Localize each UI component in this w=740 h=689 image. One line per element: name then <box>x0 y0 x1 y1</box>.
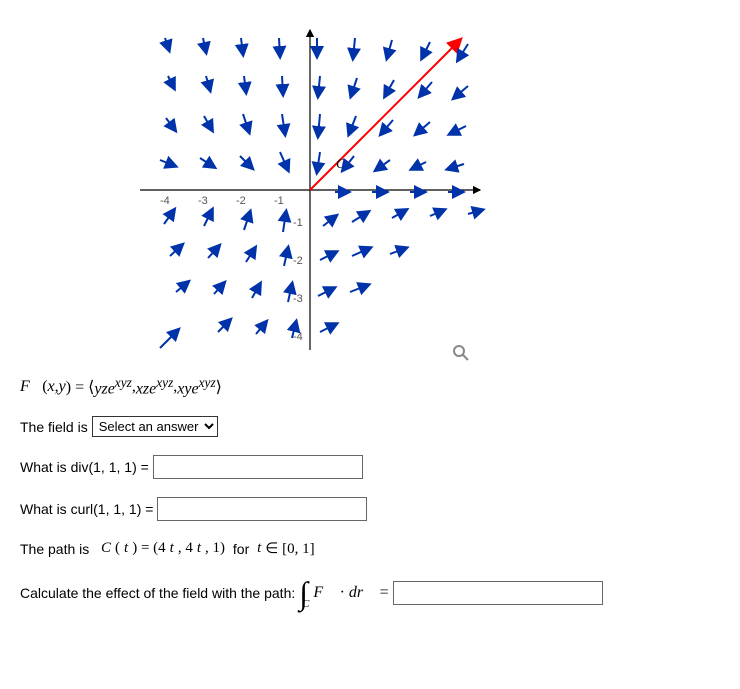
curl-input[interactable] <box>157 497 367 521</box>
line-integral-expr: ∫C F⃗ · dr⃗ = <box>299 576 388 610</box>
svg-text:-4: -4 <box>160 195 170 207</box>
magnify-icon[interactable] <box>452 344 470 365</box>
path-c <box>310 40 460 190</box>
svg-text:-1: -1 <box>274 195 284 207</box>
path-label: C <box>336 157 346 172</box>
svg-text:-3: -3 <box>198 195 208 207</box>
svg-text:-3: -3 <box>293 293 303 305</box>
effect-label: Calculate the effect of the field with t… <box>20 585 295 601</box>
svg-text:-4: -4 <box>293 331 303 343</box>
curl-label: What is curl(1, 1, 1) = <box>20 501 153 517</box>
field-type-select[interactable]: Select an answer <box>92 416 218 437</box>
svg-text:-2: -2 <box>293 255 303 267</box>
field-is-label: The field is <box>20 419 88 435</box>
div-label: What is div(1, 1, 1) = <box>20 459 149 475</box>
path-definition: The path is C(t) = (4t, 4t, 1) for t ∈ [… <box>20 539 720 558</box>
vector-field-formula: F⃗(x, y) = ⟨yzexyz, xzexyz, xyexyz⟩ <box>20 375 720 398</box>
vector-field-plot: -4 -3 -2 -1 -1 -2 -3 -4 C <box>120 20 500 360</box>
div-input[interactable] <box>153 455 363 479</box>
svg-text:-1: -1 <box>293 217 303 229</box>
svg-text:-2: -2 <box>236 195 246 207</box>
plot-svg: -4 -3 -2 -1 -1 -2 -3 -4 C <box>120 20 500 360</box>
integral-input[interactable] <box>393 581 603 605</box>
